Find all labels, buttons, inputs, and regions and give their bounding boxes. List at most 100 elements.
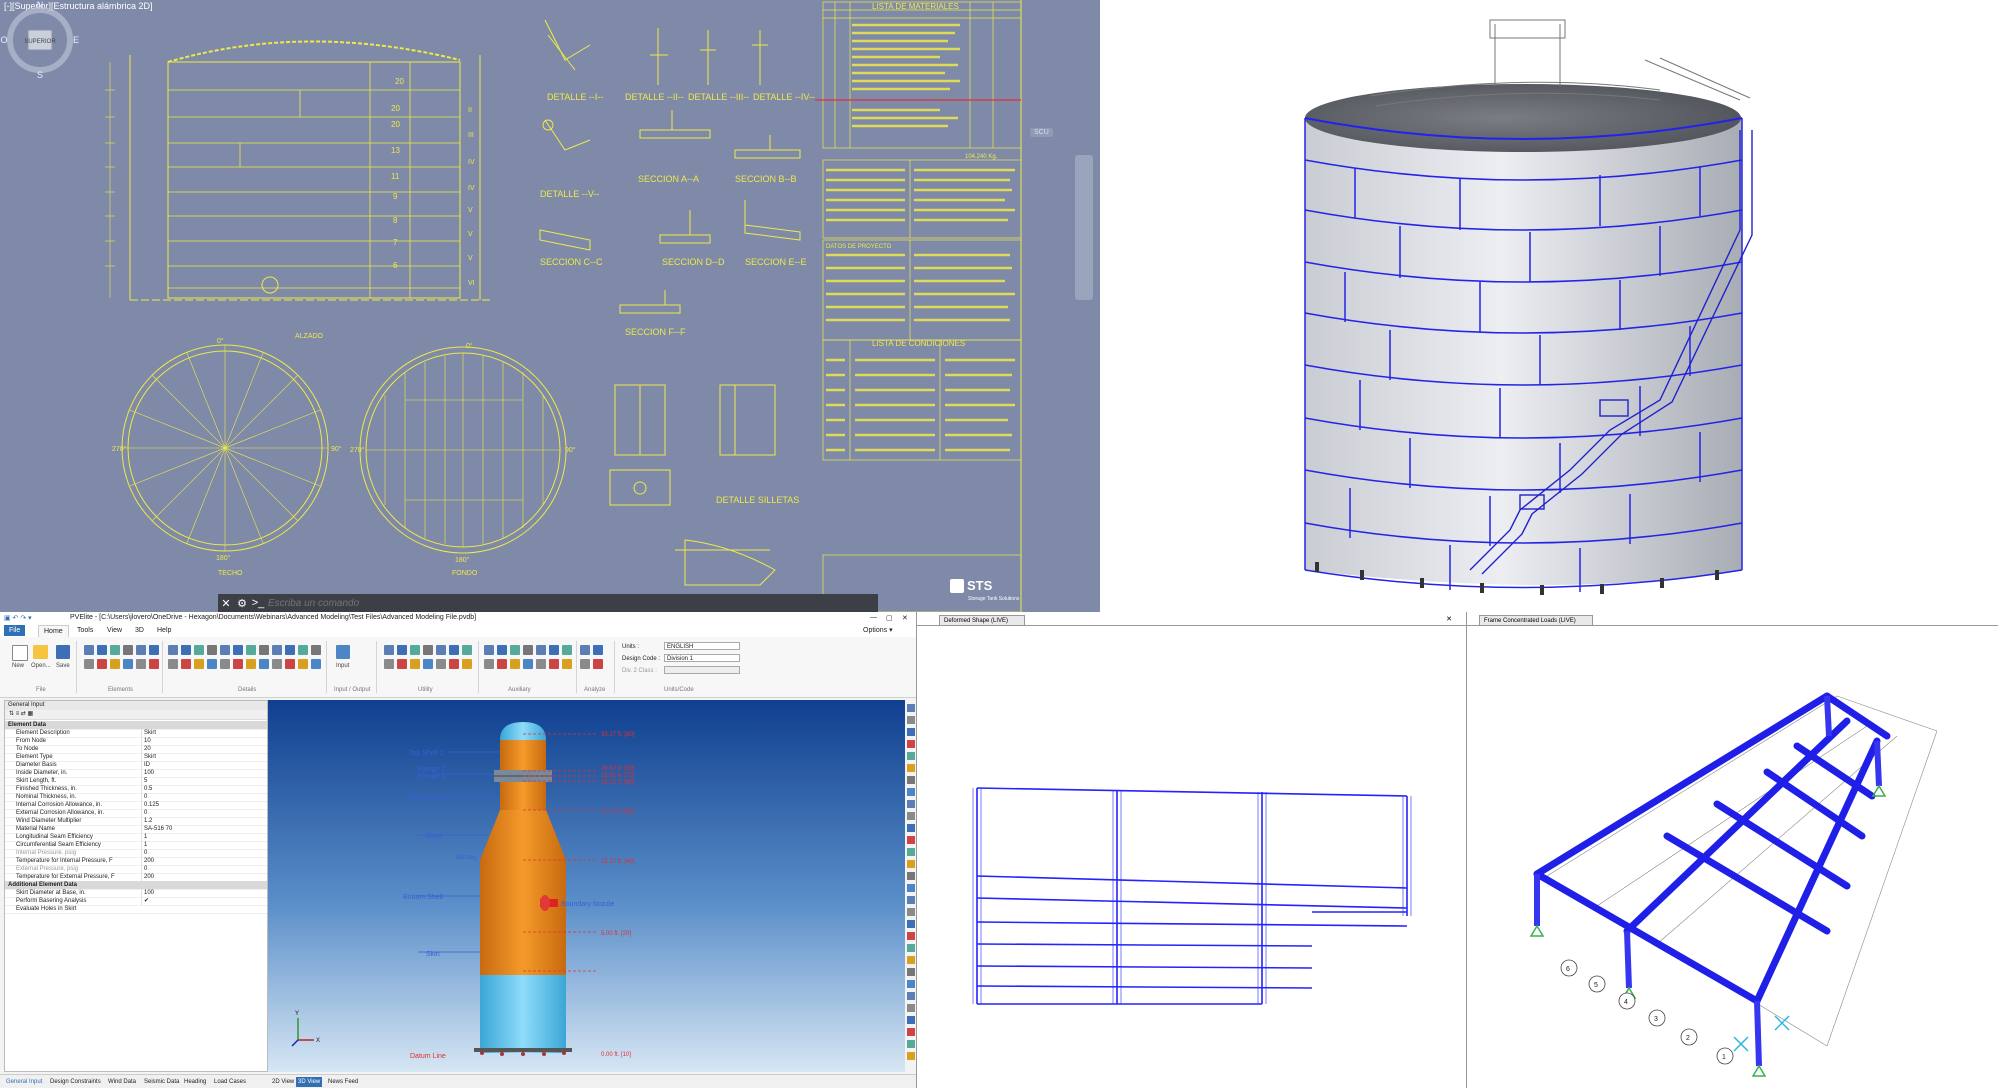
ribbon-tool-icon[interactable] (194, 659, 204, 669)
tab-2d-view[interactable]: 2D View (270, 1077, 296, 1087)
tab-view[interactable]: View (102, 625, 127, 636)
tab-help[interactable]: Help (152, 625, 176, 636)
ribbon-tool-icon[interactable] (384, 659, 394, 669)
view-tool-icon[interactable] (907, 740, 915, 748)
ribbon-tool-icon[interactable] (436, 645, 446, 655)
tab-deformed-shape[interactable]: Deformed Shape (LIVE) (939, 615, 1026, 625)
tab-wind-data[interactable]: Wind Data (106, 1077, 138, 1087)
label-top-shell-1[interactable]: Top Shell 1 (409, 795, 444, 802)
ribbon-tool-icon[interactable] (523, 659, 533, 669)
vessel-3d-view[interactable]: Top Shell 2 Flange 2 Flange 1 Top Shell … (268, 700, 905, 1072)
tab-seismic-data[interactable]: Seismic Data (142, 1077, 181, 1087)
ribbon-tool-icon[interactable] (484, 645, 494, 655)
property-value[interactable]: 0.5 (141, 785, 268, 793)
view-tool-icon[interactable] (907, 1004, 915, 1012)
property-value[interactable]: SA-516 70 (141, 825, 268, 833)
ribbon-tool-icon[interactable] (423, 645, 433, 655)
ribbon-tool-icon[interactable] (423, 659, 433, 669)
ribbon-tool-icon[interactable] (272, 659, 282, 669)
view-tool-icon[interactable] (907, 764, 915, 772)
property-value[interactable]: 10 (141, 737, 268, 745)
ribbon-tool-icon[interactable] (436, 659, 446, 669)
ribbon-tool-icon[interactable] (123, 645, 133, 655)
ribbon-tool-icon[interactable] (285, 645, 295, 655)
property-value[interactable]: 200 (141, 873, 268, 881)
input-icon[interactable] (336, 645, 350, 659)
ribbon-tool-icon[interactable] (562, 659, 572, 669)
ribbon-tool-icon[interactable] (259, 659, 269, 669)
ribbon-tool-icon[interactable] (410, 645, 420, 655)
ribbon-tool-icon[interactable] (523, 645, 533, 655)
ribbon-tool-icon[interactable] (168, 645, 178, 655)
tab-news-feed[interactable]: News Feed (326, 1077, 360, 1087)
label-skirt[interactable]: Skirt (426, 951, 440, 958)
ribbon-tool-icon[interactable] (593, 645, 603, 655)
ribbon-tool-icon[interactable] (285, 659, 295, 669)
ribbon-tool-icon[interactable] (549, 659, 559, 669)
view-tool-icon[interactable] (907, 752, 915, 760)
ribbon-tool-icon[interactable] (233, 659, 243, 669)
tab-home[interactable]: Home (38, 625, 69, 637)
ribbon-tool-icon[interactable] (549, 645, 559, 655)
maximize-button[interactable]: ▢ (886, 614, 893, 622)
property-value[interactable]: ID (141, 761, 268, 769)
property-value[interactable]: 1 (141, 833, 268, 841)
label-flange-2[interactable]: Flange 2 (418, 766, 445, 773)
label-datum[interactable]: Datum Line (410, 1053, 446, 1060)
label-cone[interactable]: Cone (426, 833, 443, 840)
property-value[interactable]: 0.125 (141, 801, 268, 809)
ribbon-tool-icon[interactable] (397, 659, 407, 669)
tab-load-cases[interactable]: Load Cases (212, 1077, 248, 1087)
ribbon-tool-icon[interactable] (246, 645, 256, 655)
close-icon[interactable]: ✕ (1446, 615, 1452, 625)
ribbon-tool-icon[interactable] (562, 645, 572, 655)
navigation-bar[interactable] (1075, 155, 1093, 300)
view-tool-icon[interactable] (907, 956, 915, 964)
minimize-button[interactable]: — (870, 614, 877, 621)
tab-general-input[interactable]: General Input (4, 1077, 44, 1087)
close-icon[interactable]: ✕ (218, 597, 234, 610)
ribbon-tool-icon[interactable] (397, 645, 407, 655)
save-icon[interactable] (56, 645, 70, 659)
ribbon-tool-icon[interactable] (233, 645, 243, 655)
save-button[interactable]: Save (56, 663, 70, 669)
ribbon-tool-icon[interactable] (207, 659, 217, 669)
ribbon-tool-icon[interactable] (298, 645, 308, 655)
label-nozzle[interactable]: Boundary Nozzle (561, 901, 614, 908)
frame-loads-panel[interactable]: Frame Concentrated Loads (LIVE) 6 5 4 3 … (1466, 612, 1998, 1088)
view-tool-icon[interactable] (907, 812, 915, 820)
viewcube-compass[interactable]: SUPERIOR N E S O (0, 0, 80, 80)
ribbon-tool-icon[interactable] (97, 645, 107, 655)
property-value[interactable]: 1 (141, 841, 268, 849)
ribbon-tool-icon[interactable] (220, 645, 230, 655)
tab-frame-loads[interactable]: Frame Concentrated Loads (LIVE) (1479, 615, 1593, 625)
new-file-icon[interactable] (12, 645, 28, 661)
label-flange-1[interactable]: Flange 1 (418, 773, 445, 780)
options-menu[interactable]: Options ▾ (858, 625, 898, 636)
tab-file[interactable]: File (4, 625, 26, 636)
view-tool-icon[interactable] (907, 800, 915, 808)
ribbon-tool-icon[interactable] (462, 645, 472, 655)
ribbon-tool-icon[interactable] (449, 659, 459, 669)
ribbon-tool-icon[interactable] (84, 659, 94, 669)
ribbon-tool-icon[interactable] (136, 645, 146, 655)
view-tool-icon[interactable] (907, 872, 915, 880)
view-tool-icon[interactable] (907, 848, 915, 856)
property-value[interactable]: ✔ (141, 897, 268, 905)
ribbon-tool-icon[interactable] (497, 659, 507, 669)
view-tool-icon[interactable] (907, 860, 915, 868)
view-tool-icon[interactable] (907, 716, 915, 724)
ribbon-tool-icon[interactable] (311, 659, 321, 669)
pvelite-window[interactable]: ▣ ↶ ↷ ▾ PVElite - [C:\Users\jlovero\OneD… (0, 612, 916, 1088)
ribbon-tool-icon[interactable] (536, 645, 546, 655)
ribbon-tool-icon[interactable] (194, 645, 204, 655)
ribbon-tool-icon[interactable] (149, 645, 159, 655)
wrench-icon[interactable]: ⚙ (234, 597, 250, 610)
ribbon-tool-icon[interactable] (311, 645, 321, 655)
ribbon-tool-icon[interactable] (384, 645, 394, 655)
view-tool-icon[interactable] (907, 836, 915, 844)
viewcube-top-label[interactable]: SUPERIOR (24, 39, 56, 45)
view-tool-icon[interactable] (907, 1028, 915, 1036)
ribbon-tool-icon[interactable] (497, 645, 507, 655)
input-button[interactable]: Input (336, 663, 349, 669)
